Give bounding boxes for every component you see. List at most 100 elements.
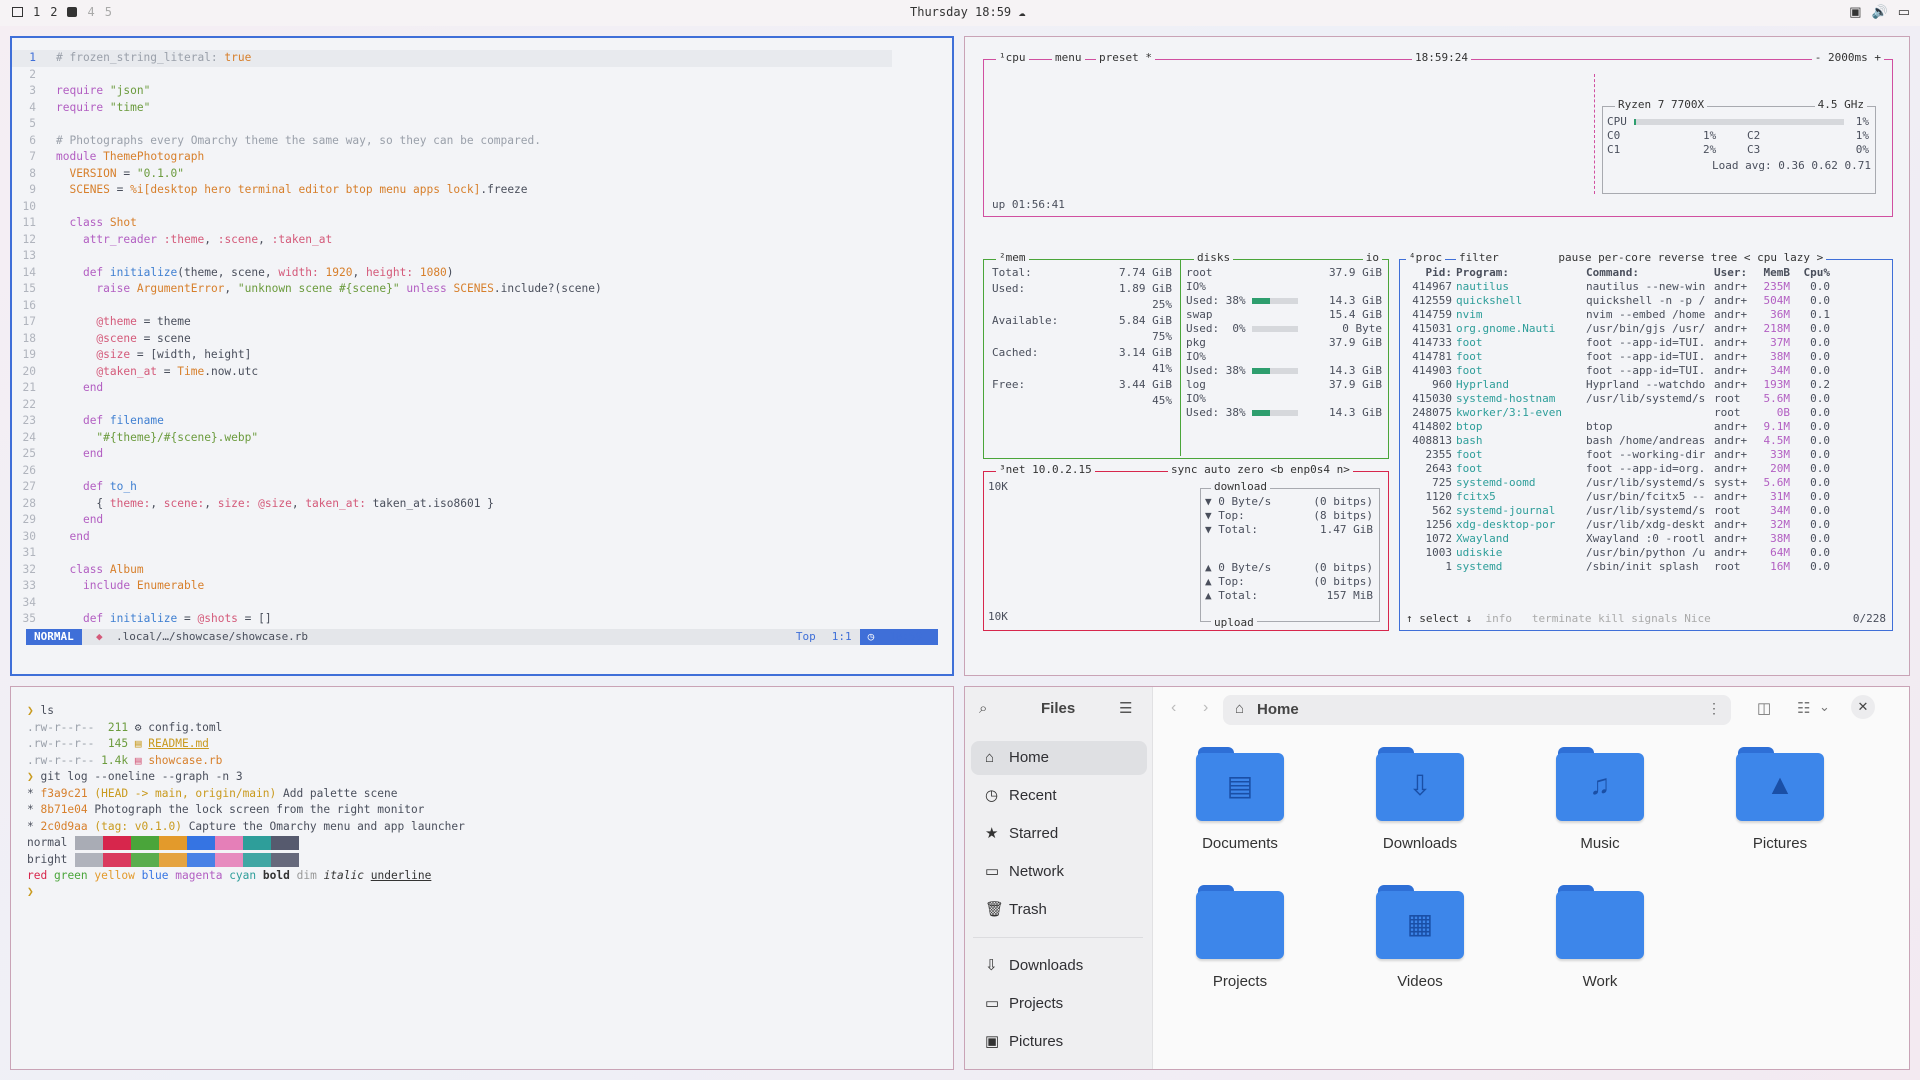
net-opt-prev[interactable]: <b	[1270, 463, 1283, 476]
workspace-2[interactable]: 2	[50, 5, 57, 19]
table-row[interactable]: 408813 bash bash /home/andreas andr+ 4.5M 0.0	[1406, 434, 1834, 448]
code-line[interactable]: 25 end	[12, 446, 892, 463]
table-row[interactable]: 248075 kworker/3:1-even root 0B 0.0	[1406, 406, 1834, 420]
folder-documents[interactable]: ▤ Documents	[1165, 747, 1315, 852]
proc-sort[interactable]: < cpu lazy >	[1744, 251, 1823, 264]
table-row[interactable]: 414759 nvim nvim --embed /home andr+ 36M 0.1	[1406, 308, 1834, 322]
back-icon[interactable]: ‹	[1171, 699, 1176, 717]
screen-icon[interactable]: ▣	[1849, 4, 1861, 20]
disks-title[interactable]: disks	[1194, 251, 1234, 265]
terminal-window[interactable]: ❯ ls .rw-r--r-- 211 ⚙ config.toml .rw-r--r…	[10, 686, 954, 1070]
code-line[interactable]: 33 include Enumerable	[12, 578, 892, 595]
code-line[interactable]: 27 def to_h	[12, 479, 892, 496]
code-line[interactable]: 18 @scene = scene	[12, 331, 892, 348]
table-row[interactable]: 414903 foot foot --app-id=TUI. andr+ 34M 0.0	[1406, 364, 1834, 378]
sidebar-item-network[interactable]: ▭ Network	[971, 855, 1147, 889]
net-opt-auto[interactable]: auto	[1204, 463, 1231, 476]
code-line[interactable]: 14 def initialize(theme, scene, width: 1…	[12, 265, 892, 282]
code-line[interactable]: 32 class Album	[12, 562, 892, 579]
code-line[interactable]: 30 end	[12, 529, 892, 546]
proc-kill[interactable]: kill	[1598, 612, 1625, 625]
more-icon[interactable]: ⋮	[1707, 700, 1721, 717]
forward-icon[interactable]: ›	[1203, 699, 1208, 717]
table-row[interactable]: 1 systemd/sbin/init splash root 16M 0.0	[1406, 560, 1834, 574]
proc-select[interactable]: ↑ select ↓	[1406, 612, 1472, 625]
code-line[interactable]: 5	[12, 116, 892, 133]
btop-window[interactable]: ¹cpu menu preset * 18:59:24 - 2000ms + R…	[964, 36, 1910, 676]
table-row[interactable]: 414802 btop btop andr+ 9.1M 0.0	[1406, 420, 1834, 434]
code-line[interactable]: 7 module ThemePhotograph	[12, 149, 892, 166]
proc-title[interactable]: ⁴proc	[1406, 251, 1446, 265]
folder-music[interactable]: ♫ Music	[1525, 747, 1675, 852]
code-line[interactable]: 20 @taken_at = Time.now.utc	[12, 364, 892, 381]
proc-per-core[interactable]: per-core	[1598, 251, 1651, 264]
table-row[interactable]: 1120 fcitx5/usr/bin/fcitx5 -- andr+ 31M 0.0	[1406, 490, 1834, 504]
code-line[interactable]: 9 SCENES = %i[desktop hero terminal edit…	[12, 182, 892, 199]
net-opt-zero[interactable]: zero	[1237, 463, 1264, 476]
code-view[interactable]: 1 # frozen_string_literal: true 2 3 require …	[12, 50, 892, 628]
preset-tab[interactable]: preset *	[1096, 51, 1155, 65]
view-list-icon[interactable]: ☷	[1797, 699, 1810, 717]
files-window[interactable]: ⌕ Files ☰ ⌂ Home ◷ Recent ★ Starred ▭ Network 🗑 T…	[964, 686, 1910, 1070]
update-rate[interactable]: - 2000ms +	[1811, 51, 1884, 65]
code-line[interactable]: 11 class Shot	[12, 215, 892, 232]
workspace-1[interactable]: 1	[33, 5, 40, 19]
sidebar-item-projects[interactable]: ▭ Projects	[971, 987, 1147, 1021]
net-options[interactable]: sync auto zero <b enp0s4 n>	[1168, 463, 1353, 477]
code-line[interactable]: 12 attr_reader :theme, :scene, :taken_at	[12, 232, 892, 249]
table-row[interactable]: 2355 foot foot --working-dir andr+ 33M 0.0	[1406, 448, 1834, 462]
chevron-down-icon[interactable]: ⌄	[1819, 699, 1830, 715]
workspace-4[interactable]: 4	[87, 5, 94, 19]
table-row[interactable]: 960 Hyprland Hyprland --watchdo andr+ 193M 0.…	[1406, 378, 1834, 392]
folder-downloads[interactable]: ⇩ Downloads	[1345, 747, 1495, 852]
code-line[interactable]: 31	[12, 545, 892, 562]
code-line[interactable]: 23 def filename	[12, 413, 892, 430]
table-row[interactable]: 415030 systemd-hostnam/usr/lib/systemd/s r…	[1406, 392, 1834, 406]
location-bar[interactable]: ⌂ Home ⋮	[1223, 695, 1731, 725]
code-line[interactable]: 8 VERSION = "0.1.0"	[12, 166, 892, 183]
code-line[interactable]: 1 # frozen_string_literal: true	[12, 50, 892, 67]
net-title[interactable]: ³net 10.0.2.15	[996, 463, 1095, 477]
mem-title[interactable]: ²mem	[996, 251, 1029, 265]
code-line[interactable]: 21 end	[12, 380, 892, 397]
code-line[interactable]: 4 require "time"	[12, 100, 892, 117]
table-row[interactable]: 414967 nautilus nautilus --new-win andr+ 235…	[1406, 280, 1834, 294]
column-header[interactable]: MemB	[1758, 266, 1794, 280]
volume-icon[interactable]: 🔊	[1872, 4, 1888, 20]
code-line[interactable]: 34	[12, 595, 892, 612]
editor-window[interactable]: 1 # frozen_string_literal: true 2 3 require …	[10, 36, 954, 676]
proc-signals[interactable]: signals	[1631, 612, 1677, 625]
code-line[interactable]: 29 end	[12, 512, 892, 529]
table-row[interactable]: 725 systemd-oomd/usr/lib/systemd/s syst+ 5.…	[1406, 476, 1834, 490]
sidebar-item-trash[interactable]: 🗑 Trash	[971, 893, 1147, 927]
folder-work[interactable]: Work	[1525, 885, 1675, 990]
code-line[interactable]: 13	[12, 248, 892, 265]
code-line[interactable]: 26	[12, 463, 892, 480]
prompt[interactable]: ❯	[27, 884, 34, 901]
window-icon[interactable]	[12, 7, 23, 17]
search-icon[interactable]: ⌕	[979, 700, 987, 717]
table-row[interactable]: 1256 xdg-desktop-por/usr/lib/xdg-deskt and…	[1406, 518, 1834, 532]
sidebar-item-pictures[interactable]: ▣ Pictures	[971, 1025, 1147, 1059]
code-line[interactable]: 10	[12, 199, 892, 216]
code-line[interactable]: 24 "#{theme}/#{scene}.webp"	[12, 430, 892, 447]
camera-icon[interactable]: ◫	[1757, 699, 1771, 717]
sidebar-item-recent[interactable]: ◷ Recent	[971, 779, 1147, 813]
code-line[interactable]: 3 require "json"	[12, 83, 892, 100]
net-opt-next[interactable]: n>	[1337, 463, 1350, 476]
workspace-5[interactable]: 5	[105, 5, 112, 19]
code-line[interactable]: 35 def initialize = @shots = []	[12, 611, 892, 628]
sidebar-item-home[interactable]: ⌂ Home	[971, 741, 1147, 775]
sidebar-item-starred[interactable]: ★ Starred	[971, 817, 1147, 851]
folder-videos[interactable]: ▦ Videos	[1345, 885, 1495, 990]
table-row[interactable]: 562 systemd-journal/usr/lib/systemd/s root…	[1406, 504, 1834, 518]
column-header[interactable]: Command:	[1586, 266, 1714, 280]
proc-pause[interactable]: pause	[1558, 251, 1591, 264]
cpu-tab[interactable]: ¹cpu	[996, 51, 1029, 65]
sidebar-item-downloads[interactable]: ⇩ Downloads	[971, 949, 1147, 983]
proc-tree[interactable]: tree	[1711, 251, 1738, 264]
code-line[interactable]: 19 @size = [width, height]	[12, 347, 892, 364]
code-line[interactable]: 28 { theme:, scene:, size: @size, taken_…	[12, 496, 892, 513]
table-row[interactable]: 1072 Xwayland Xwayland :0 -rootl andr+ 38M 0.…	[1406, 532, 1834, 546]
proc-reverse[interactable]: reverse	[1658, 251, 1704, 264]
